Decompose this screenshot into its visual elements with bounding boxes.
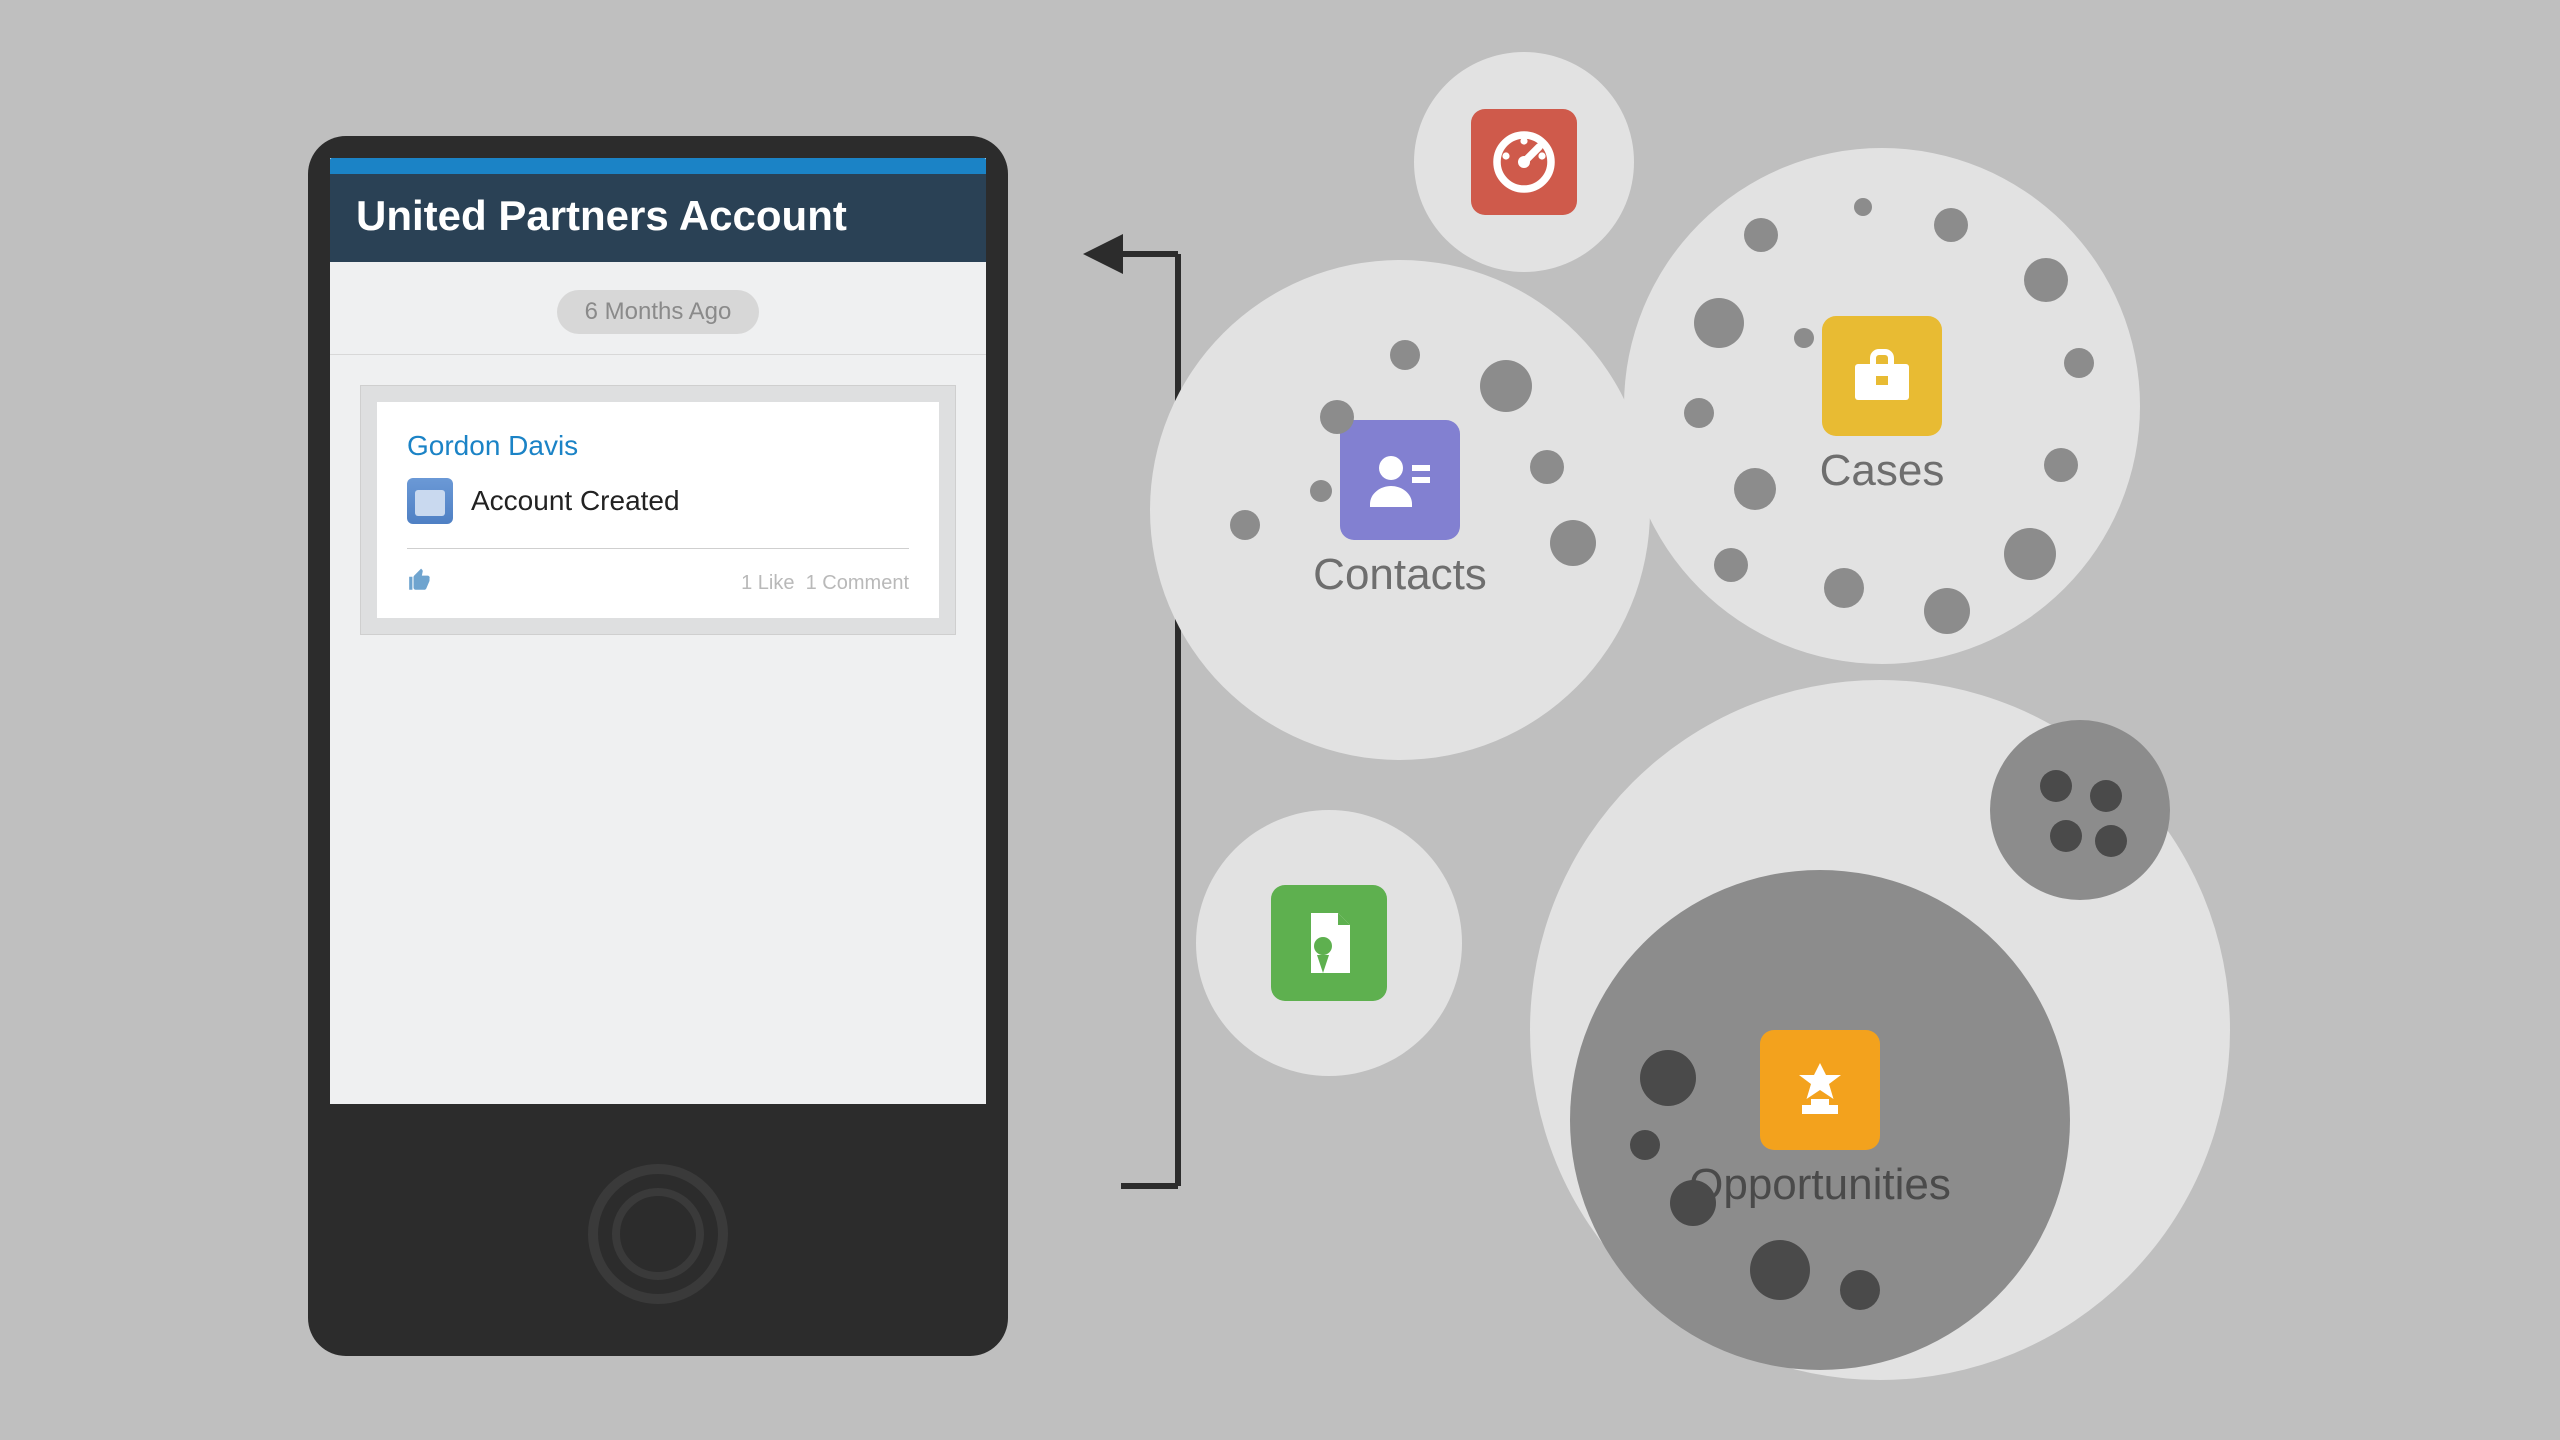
contacts-label: Contacts — [1313, 550, 1487, 600]
bubble-cluster: Contacts Cases — [0, 0, 2560, 1440]
bubble-small-cluster — [1990, 720, 2170, 900]
cases-icon — [1822, 316, 1942, 436]
bubble-contacts[interactable]: Contacts — [1150, 260, 1650, 760]
contacts-icon — [1340, 420, 1460, 540]
bubble-gauge — [1414, 52, 1634, 272]
bubble-opportunities-outer: Opportunities — [1530, 680, 2230, 1380]
gauge-icon — [1471, 109, 1577, 215]
opportunities-label: Opportunities — [1689, 1160, 1951, 1210]
bubble-opportunities[interactable]: Opportunities — [1570, 870, 2070, 1370]
bubble-cases[interactable]: Cases — [1624, 148, 2140, 664]
bubble-document — [1196, 810, 1462, 1076]
document-icon — [1271, 885, 1387, 1001]
cases-label: Cases — [1820, 446, 1945, 496]
opportunities-icon — [1760, 1030, 1880, 1150]
